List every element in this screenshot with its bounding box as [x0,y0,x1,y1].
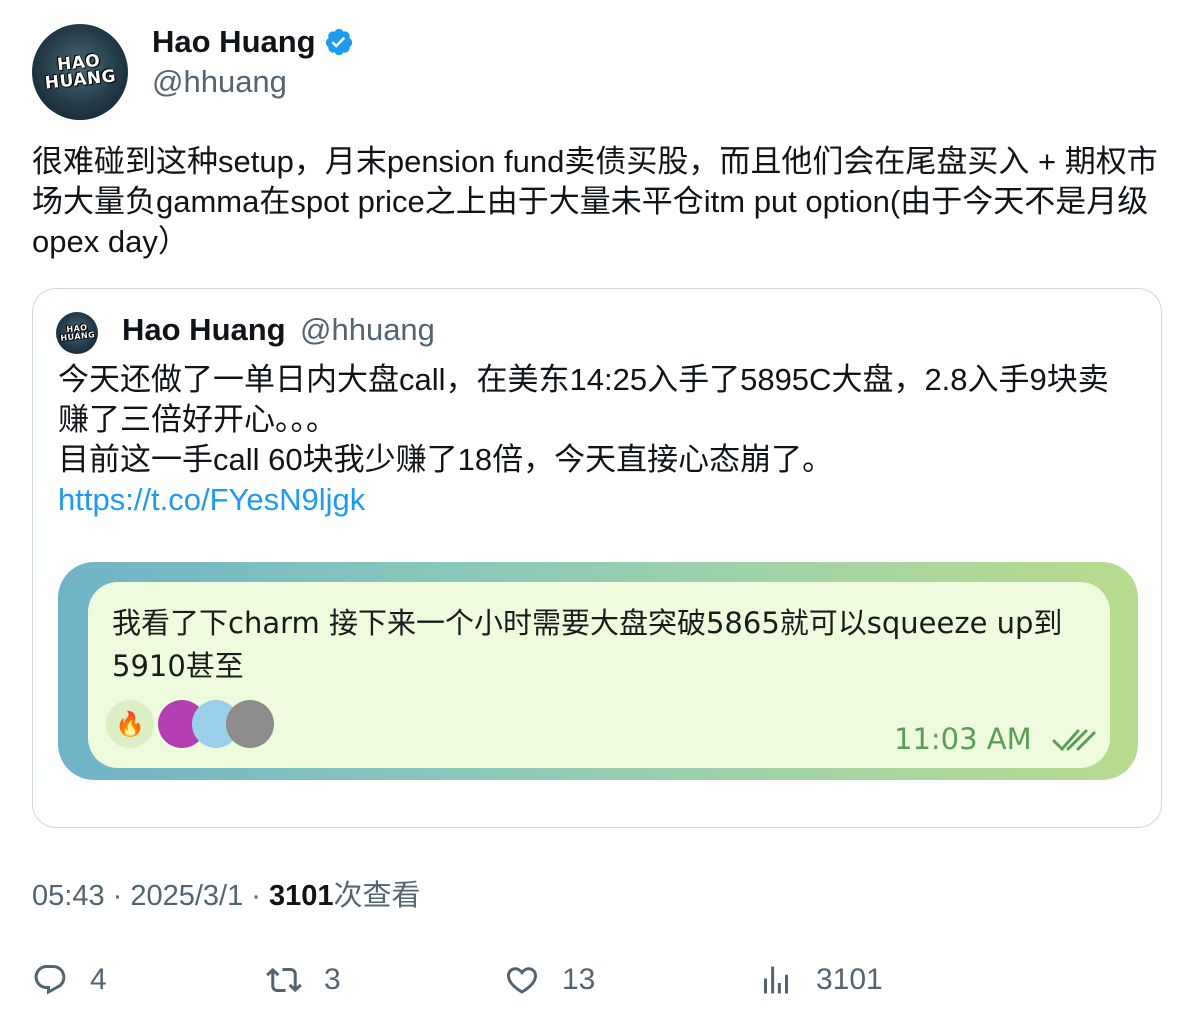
retweet-count: 3 [324,963,341,996]
meta-separator: · [243,880,270,912]
author-avatar[interactable]: HAO HUANG [32,24,128,120]
reply-button[interactable]: 4 [32,962,107,998]
views-count: 3101 [816,963,883,996]
reply-icon [34,965,66,995]
verified-badge-icon [325,28,352,56]
meta-separator: · [104,880,131,912]
chat-reactions: 🔥 [106,698,274,750]
tweet-meta: 05:43 · 2025/3/1 · 3101次查看 [32,876,421,916]
quoted-text-line: 今天还做了一单日内大盘call，在美东14:25入手了5895C大盘，2.8入手… [58,362,1109,437]
quoted-text-line: 目前这一手call 60块我少赚了18倍，今天直接心态崩了。 [58,442,834,477]
analytics-icon [764,966,788,994]
like-button[interactable]: 13 [504,962,595,998]
view-count: 3101 [269,880,334,912]
author-name[interactable]: Hao Huang [152,22,316,62]
avatar-logo-text: HAO HUANG [44,50,118,94]
quoted-author-avatar[interactable]: HAO HUANG [56,312,98,354]
quoted-author-handle[interactable]: @hhuang [300,310,435,350]
author-name-row[interactable]: Hao Huang [152,22,354,62]
tweet-time[interactable]: 05:43 [32,880,105,912]
avatar-logo-text: HAO HUANG [59,322,96,343]
chat-message-time: 11:03 AM [894,722,1032,756]
chat-message-text: 我看了下charm 接下来一个小时需要大盘突破5865就可以squeeze up… [112,606,1063,683]
heart-icon [506,967,538,994]
like-count: 13 [562,963,596,996]
double-check-icon [1052,729,1096,752]
view-count-label: 次查看 [333,880,421,912]
tweet-date[interactable]: 2025/3/1 [130,880,243,912]
fire-reaction-icon: 🔥 [106,700,154,748]
retweet-button[interactable]: 3 [266,962,341,998]
sticker-reaction-icon [226,700,274,748]
quoted-tweet-link[interactable]: https://t.co/FYesN9ljgk [58,480,1138,520]
author-handle[interactable]: @hhuang [152,62,287,102]
views-button[interactable]: 3101 [758,962,883,998]
tweet-text: 很难碰到这种setup，月末pension fund卖债买股，而且他们会在尾盘买… [32,144,1158,259]
reply-count: 4 [90,963,107,996]
retweet-icon [266,967,302,993]
quoted-author-name[interactable]: Hao Huang [122,310,286,350]
quoted-tweet-text: 今天还做了一单日内大盘call，在美东14:25入手了5895C大盘，2.8入手… [58,360,1138,520]
